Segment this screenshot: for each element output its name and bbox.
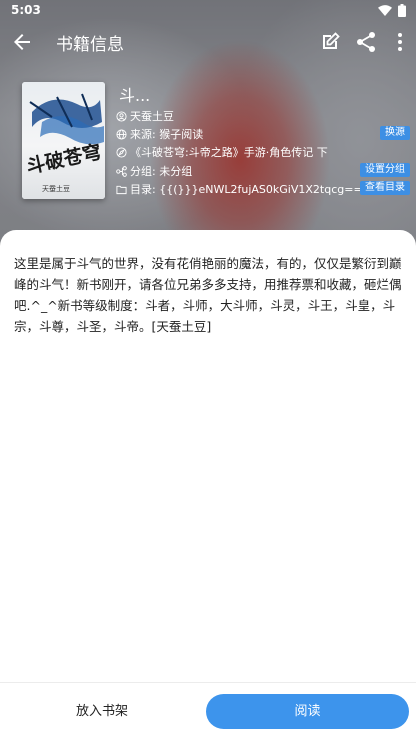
wifi-icon (378, 5, 392, 16)
book-cover[interactable]: 斗破苍穹 天蚕土豆 (22, 82, 105, 199)
compass-icon (116, 146, 127, 158)
status-bar: 5:03 (0, 0, 416, 20)
edit-icon[interactable] (318, 30, 342, 54)
group-icon (116, 165, 127, 177)
more-menu-icon[interactable] (388, 30, 412, 54)
view-toc-button[interactable]: 查看目录 (360, 181, 410, 195)
book-toc: 目录: {{(}}}eNWL2fujAS0kGiV1X2tqcg== (130, 183, 363, 196)
battery-icon (398, 4, 406, 17)
folder-icon (116, 185, 127, 194)
status-icons (378, 4, 406, 17)
book-author: 天蚕土豆 (130, 110, 174, 123)
read-button[interactable]: 阅读 (206, 694, 409, 729)
cover-artwork: 斗破苍穹 天蚕土豆 (22, 82, 105, 199)
book-intro: 这里是属于斗气的世界，没有花俏艳丽的魔法，有的，仅仅是繁衍到巅峰的斗气！新书刚开… (14, 256, 402, 334)
toolbar: 书籍信息 (0, 22, 416, 62)
change-source-button[interactable]: 换源 (380, 126, 410, 140)
book-group: 分组: 未分组 (130, 165, 193, 178)
latest-chapter-row: 《斗破苍穹:斗帝之路》手游·角色传记 下 (116, 144, 328, 160)
add-to-shelf-button[interactable]: 放入书架 (42, 695, 162, 729)
toc-row: 目录: {{(}}}eNWL2fujAS0kGiV1X2tqcg== (116, 181, 363, 197)
cover-author: 天蚕土豆 (42, 184, 70, 193)
share-icon[interactable] (354, 30, 378, 54)
book-name: 斗... (119, 86, 151, 105)
source-row: 来源: 猴子阅读 (116, 126, 203, 142)
author-row: 天蚕土豆 (116, 108, 174, 124)
status-time: 5:03 (11, 3, 41, 17)
author-icon (116, 110, 127, 122)
book-source: 来源: 猴子阅读 (130, 128, 204, 141)
globe-icon (116, 128, 127, 140)
group-row: 分组: 未分组 (116, 163, 192, 179)
page-title: 书籍信息 (56, 35, 124, 55)
back-arrow-icon[interactable] (10, 30, 34, 54)
latest-chapter: 《斗破苍穹:斗帝之路》手游·角色传记 下 (130, 146, 328, 159)
set-group-button[interactable]: 设置分组 (360, 163, 410, 177)
